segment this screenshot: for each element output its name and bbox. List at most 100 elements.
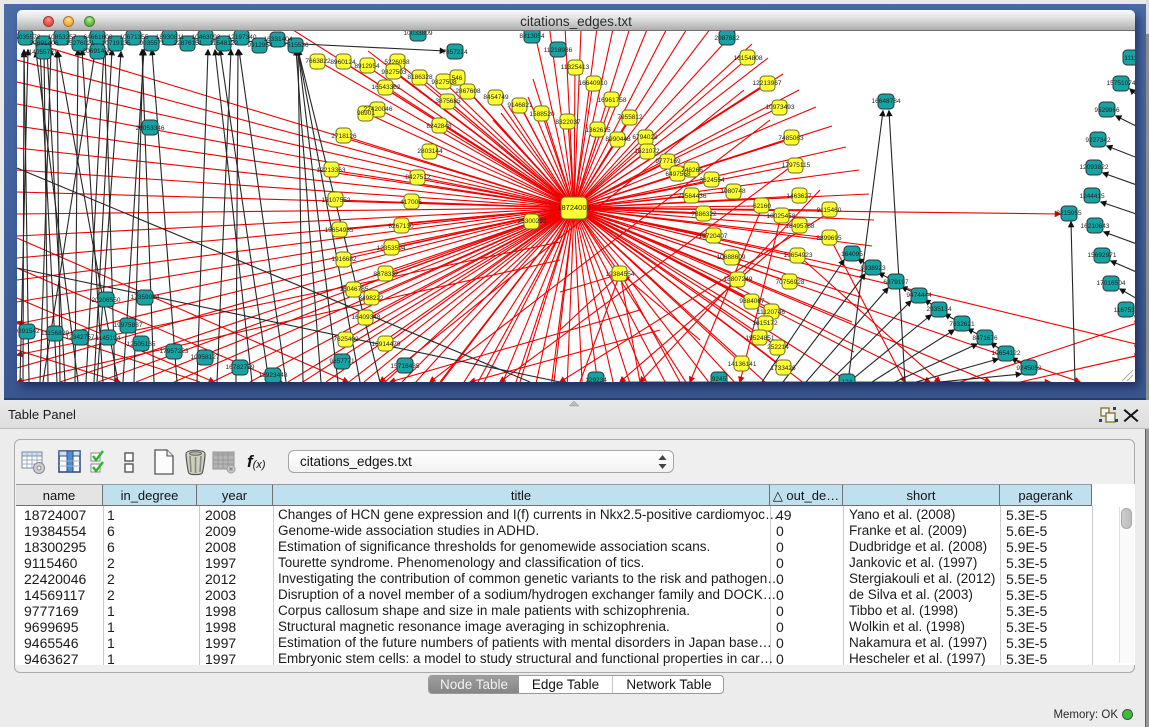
svg-text:7632621: 7632621 [949, 321, 975, 328]
svg-text:746266: 746266 [681, 167, 703, 174]
svg-text:8878332: 8878332 [373, 271, 399, 278]
svg-text:15276021: 15276021 [66, 40, 95, 47]
svg-text:25300293: 25300293 [518, 218, 547, 225]
svg-text:2803144: 2803144 [417, 148, 443, 155]
svg-text:1916682: 1916682 [331, 256, 357, 263]
svg-text:16154808: 16154808 [734, 55, 763, 62]
svg-text:10688609: 10688609 [717, 254, 746, 261]
svg-text:15720407: 15720407 [699, 233, 728, 240]
svg-text:8960124: 8960124 [330, 59, 356, 66]
svg-text:3624554: 3624554 [699, 177, 725, 184]
svg-text:19975887: 19975887 [114, 322, 143, 329]
svg-text:2718126: 2718126 [331, 133, 357, 140]
svg-text:8186328: 8186328 [407, 74, 433, 81]
svg-text:16543362: 16543362 [372, 84, 401, 91]
svg-text:164095: 164095 [841, 251, 863, 258]
svg-text:15751074: 15751074 [1107, 80, 1135, 87]
svg-text:12353594: 12353594 [377, 245, 406, 252]
svg-text:7625402: 7625402 [333, 336, 359, 343]
svg-text:8990448: 8990448 [605, 136, 631, 143]
svg-text:10654122: 10654122 [992, 350, 1021, 357]
svg-text:12213363: 12213363 [317, 167, 346, 174]
svg-text:16782759: 16782759 [226, 364, 255, 371]
svg-text:3875685: 3875685 [435, 98, 461, 105]
svg-text:12505135: 12505135 [127, 341, 156, 348]
svg-text:20691406: 20691406 [83, 48, 112, 55]
svg-text:2935134: 2935134 [926, 306, 952, 313]
svg-text:70756928: 70756928 [776, 279, 805, 286]
svg-text:1588520: 1588520 [529, 111, 555, 118]
svg-text:16914479: 16914479 [372, 341, 401, 348]
svg-text:1145194: 1145194 [96, 335, 121, 342]
svg-text:6794028: 6794028 [632, 134, 658, 141]
svg-text:12213967: 12213967 [753, 80, 782, 87]
svg-text:5226058: 5226058 [384, 59, 410, 66]
svg-text:9391542: 9391542 [17, 328, 40, 335]
svg-text:10033809: 10033809 [404, 31, 433, 37]
svg-text:9327503: 9327503 [381, 69, 407, 76]
svg-text:18495758: 18495758 [786, 223, 815, 230]
svg-text:8242848: 8242848 [426, 123, 452, 130]
svg-text:7955812: 7955812 [617, 114, 643, 121]
svg-text:8938923: 8938923 [860, 265, 886, 272]
svg-text:9777169: 9777169 [655, 158, 681, 165]
svg-text:11325413: 11325413 [561, 64, 590, 71]
svg-text:9884067: 9884067 [739, 298, 765, 305]
svg-text:3498222: 3498222 [358, 295, 384, 302]
svg-text:9115460: 9115460 [817, 207, 842, 214]
svg-text:124: 124 [842, 379, 853, 382]
svg-text:7886322: 7886322 [691, 211, 717, 218]
svg-text:8813054: 8813054 [519, 33, 545, 40]
svg-text:7515536: 7515536 [283, 42, 309, 49]
svg-text:12923448: 12923448 [259, 372, 288, 379]
svg-text:9245052: 9245052 [1016, 365, 1042, 372]
svg-text:8322037: 8322037 [555, 119, 581, 126]
svg-text:11120746: 11120746 [757, 309, 785, 316]
svg-text:16648784: 16648784 [872, 98, 901, 105]
svg-text:12197340: 12197340 [228, 34, 257, 41]
svg-text:21564436: 21564436 [678, 193, 707, 200]
svg-text:1621072: 1621072 [634, 148, 660, 155]
svg-text:17016504: 17016504 [1097, 280, 1126, 287]
svg-text:9227342: 9227342 [1085, 137, 1111, 144]
svg-text:8427512: 8427512 [405, 174, 431, 181]
svg-text:252214: 252214 [767, 344, 789, 351]
svg-text:1733426: 1733426 [770, 365, 796, 372]
svg-text:17957223: 17957223 [160, 348, 189, 355]
svg-text:10719135: 10719135 [102, 40, 131, 47]
svg-text:11548122: 11548122 [210, 40, 239, 47]
svg-text:9474444: 9474444 [906, 292, 932, 299]
svg-text:19654923: 19654923 [784, 252, 813, 259]
svg-text:18807249: 18807249 [724, 276, 753, 283]
svg-text:19384554: 19384554 [606, 271, 635, 278]
svg-text:8215955: 8215955 [1056, 210, 1082, 217]
svg-text:16107552: 16107552 [322, 197, 351, 204]
svg-text:10958127: 10958127 [191, 354, 220, 361]
svg-text:12342757: 12342757 [66, 334, 95, 341]
svg-text:15692971: 15692971 [1088, 252, 1117, 259]
svg-text:9035571: 9035571 [139, 40, 165, 47]
svg-text:19524851: 19524851 [746, 335, 775, 342]
svg-text:16210643: 16210643 [1081, 223, 1110, 230]
svg-text:7663822: 7663822 [305, 58, 331, 65]
svg-text:2867608: 2867608 [455, 88, 481, 95]
svg-text:16961758: 16961758 [598, 97, 627, 104]
svg-text:18724007: 18724007 [557, 203, 590, 212]
svg-text:8899695: 8899695 [816, 235, 842, 242]
svg-text:1362615: 1362615 [585, 127, 611, 134]
svg-text:9529966: 9529966 [1094, 107, 1120, 114]
svg-text:6879197: 6879197 [883, 279, 909, 286]
svg-text:8267130: 8267130 [388, 223, 414, 230]
svg-text:10973493: 10973493 [766, 104, 795, 111]
svg-text:17975115: 17975115 [782, 162, 811, 169]
svg-text:19654935: 19654935 [325, 227, 354, 234]
svg-text:62160: 62160 [753, 203, 771, 210]
svg-text:417006: 417006 [400, 199, 422, 206]
svg-text:17359924: 17359924 [131, 294, 160, 301]
svg-text:14055721: 14055721 [29, 49, 58, 56]
svg-text:98901: 98901 [357, 110, 375, 117]
svg-text:1167534: 1167534 [1114, 307, 1135, 314]
svg-text:16046785: 16046785 [340, 286, 369, 293]
svg-text:9146821: 9146821 [507, 102, 533, 109]
svg-text:129234: 129234 [585, 377, 607, 382]
